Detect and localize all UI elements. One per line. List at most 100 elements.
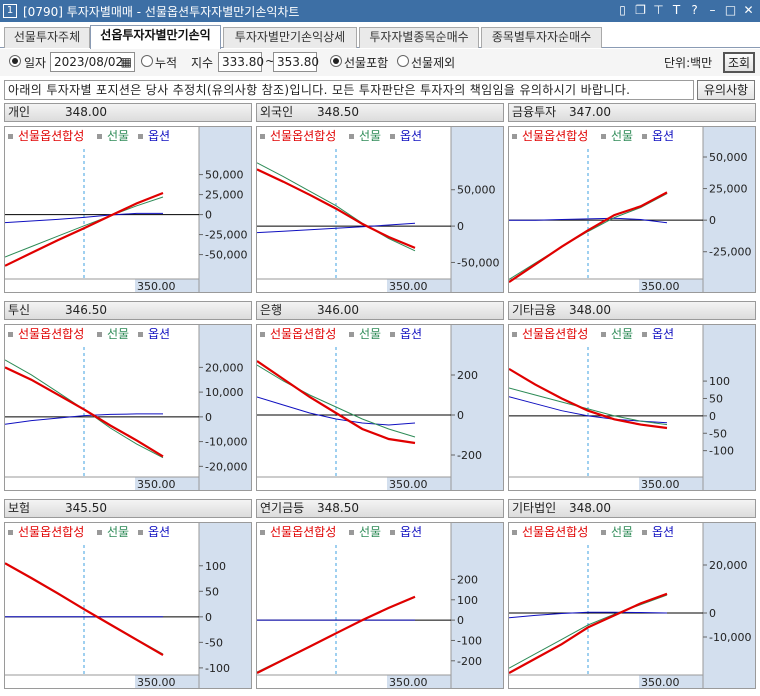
y-tick-label: 100 (205, 560, 226, 573)
index-from-input[interactable]: 333.80 (218, 52, 264, 72)
y-tick-label: 20,000 (205, 361, 244, 374)
text-size-icon[interactable]: T (669, 2, 684, 18)
y-tick-label: 25,000 (709, 183, 748, 196)
chart-svg: 선물옵션합성 선물 옵션 50,000 25,000 0 -25,000 350.00 (509, 127, 755, 292)
copy-icon[interactable]: ❐ (633, 2, 648, 18)
legend-marker (260, 530, 265, 535)
legend-marker (601, 530, 606, 535)
investor-name: 기타법인 (512, 501, 557, 515)
y-tick-label: 100 (709, 375, 730, 388)
panel-header: 연기금등 348.50 (256, 499, 504, 518)
panel-chart: 선물옵션합성 선물 옵션 200 100 0 -100 -200 350.00 (256, 522, 504, 689)
tab-item-net-buy[interactable]: 종목별투자자순매수 (481, 27, 602, 48)
panel-chart: 선물옵션합성 선물 옵션 50,000 25,000 0 -25,000 -50,000 350… (4, 126, 252, 293)
legend-label: 선물옵션합성 (522, 129, 588, 143)
chart-svg: 선물옵션합성 선물 옵션 50,000 25,000 0 -25,000 -50,000 350… (5, 127, 251, 292)
y-tick-label: -20,000 (205, 460, 247, 473)
daily-radio[interactable] (9, 55, 21, 67)
minimize-icon[interactable]: – (705, 2, 720, 18)
include-futures-radio[interactable] (330, 55, 342, 67)
y-tick-label: -100 (457, 634, 482, 647)
legend-label: 선물 (107, 129, 129, 143)
y-tick-label: 200 (457, 369, 478, 382)
investor-panel: 외국인 348.50 선물옵션합성 선물 옵션 50,000 0 -50,000 350.00 (256, 103, 504, 293)
tab-expiry-pnl-detail[interactable]: 투자자별만기손익상세 (223, 27, 357, 48)
legend-label: 옵션 (400, 525, 422, 539)
investor-panel: 은행 346.00 선물옵션합성 선물 옵션 200 0 -200 350.00 (256, 301, 504, 491)
title-bar: 1 [0790] 투자자별매매 - 선물옵션투자자별만기손익차트 ▯ ❐ ⊤ T… (0, 0, 760, 22)
breakeven-value: 346.00 (317, 303, 359, 317)
legend-label: 옵션 (400, 129, 422, 143)
y-tick-label: 50 (709, 392, 723, 405)
tab-expiry-pnl[interactable]: 선옵투자자별만기손익 (90, 25, 221, 49)
index-label: 지수 (191, 56, 214, 70)
legend-label: 선물 (359, 525, 381, 539)
legend-label: 선물옵션합성 (270, 327, 336, 341)
y-tick-label: -100 (709, 445, 734, 458)
panel-header: 보험 345.50 (4, 499, 252, 518)
legend-label: 선물 (359, 129, 381, 143)
chart-svg: 선물옵션합성 선물 옵션 100 50 0 -50 -100 350.00 (5, 523, 251, 688)
legend-label: 선물 (107, 525, 129, 539)
panel-chart: 선물옵션합성 선물 옵션 100 50 0 -50 -100 350.00 (508, 324, 756, 491)
chart-svg: 선물옵션합성 선물 옵션 50,000 0 -50,000 350.00 (257, 127, 503, 292)
panel-header: 외국인 348.50 (256, 103, 504, 122)
y-tick-label: 0 (205, 209, 212, 222)
notes-button[interactable]: 유의사항 (697, 80, 755, 100)
x-tick-label: 350.00 (641, 280, 680, 292)
help-icon[interactable]: ? (687, 2, 702, 18)
restore-icon[interactable]: ▯ (615, 2, 630, 18)
legend-label: 선물옵션합성 (522, 327, 588, 341)
close-icon[interactable]: ✕ (741, 2, 756, 18)
y-tick-label: 50,000 (709, 151, 748, 164)
legend-label: 선물 (359, 327, 381, 341)
tab-investor-net-buy[interactable]: 투자자별종목순매수 (359, 27, 479, 48)
legend-marker (97, 332, 102, 337)
tab-futures-investor[interactable]: 선물투자주체 (4, 27, 90, 48)
panel-header: 기타금융 348.00 (508, 301, 756, 320)
exclude-futures-radio[interactable] (397, 55, 409, 67)
legend-marker (512, 332, 517, 337)
cumulative-radio[interactable] (141, 55, 153, 67)
y-tick-label: 50,000 (457, 184, 496, 197)
pin-icon[interactable]: ⊤ (651, 2, 666, 18)
tab-bar: 선물투자주체 선옵투자자별만기손익 투자자별만기손익상세 투자자별종목순매수 종… (0, 25, 760, 49)
panel-chart: 선물옵션합성 선물 옵션 200 0 -200 350.00 (256, 324, 504, 491)
legend-marker (8, 530, 13, 535)
legend-marker (8, 332, 13, 337)
legend-marker (642, 134, 647, 139)
breakeven-value: 345.50 (65, 501, 107, 515)
legend-marker (8, 134, 13, 139)
investor-name: 연기금등 (260, 501, 305, 515)
legend-marker (642, 530, 647, 535)
legend-label: 옵션 (652, 327, 674, 341)
y-tick-label: 25,000 (205, 189, 244, 202)
calendar-icon[interactable]: ▦ (121, 53, 132, 71)
legend-marker (512, 530, 517, 535)
x-tick-label: 350.00 (389, 478, 428, 490)
y-axis-bg (703, 325, 755, 490)
investor-panel: 기타법인 348.00 선물옵션합성 선물 옵션 20,000 0 -10,000 350.00 (508, 499, 756, 689)
notice-text: 아래의 투자자별 포지션은 당사 추정치(유의사항 참조)입니다. 모든 투자판… (4, 80, 694, 100)
x-tick-label: 350.00 (389, 280, 428, 292)
x-tick-label: 350.00 (641, 676, 680, 688)
index-to-input[interactable]: 353.80 (273, 52, 319, 72)
panel-header: 투신 346.50 (4, 301, 252, 320)
investor-panel: 기타금융 348.00 선물옵션합성 선물 옵션 100 50 0 -50 -100 350.00 (508, 301, 756, 491)
legend-marker (138, 134, 143, 139)
investor-panel: 보험 345.50 선물옵션합성 선물 옵션 100 50 0 -50 -100 350.00 (4, 499, 252, 689)
legend-label: 선물 (611, 129, 633, 143)
investor-panel: 금융투자 347.00 선물옵션합성 선물 옵션 50,000 25,000 0 -25,000… (508, 103, 756, 293)
y-tick-label: -25,000 (709, 246, 751, 259)
legend-label: 선물 (611, 525, 633, 539)
maximize-icon[interactable]: □ (723, 2, 738, 18)
date-input[interactable]: 2023/08/02 ▦ (50, 52, 135, 72)
y-tick-label: -200 (457, 655, 482, 668)
investor-panel: 개인 348.00 선물옵션합성 선물 옵션 50,000 25,000 0 -25,000 -5… (4, 103, 252, 293)
legend-label: 옵션 (148, 327, 170, 341)
breakeven-value: 348.00 (65, 105, 107, 119)
panel-chart: 선물옵션합성 선물 옵션 50,000 25,000 0 -25,000 350.00 (508, 126, 756, 293)
query-button[interactable]: 조회 (723, 52, 755, 73)
investor-panel: 투신 346.50 선물옵션합성 선물 옵션 20,000 10,000 0 -10,000 -2… (4, 301, 252, 491)
legend-label: 선물옵션합성 (18, 327, 84, 341)
